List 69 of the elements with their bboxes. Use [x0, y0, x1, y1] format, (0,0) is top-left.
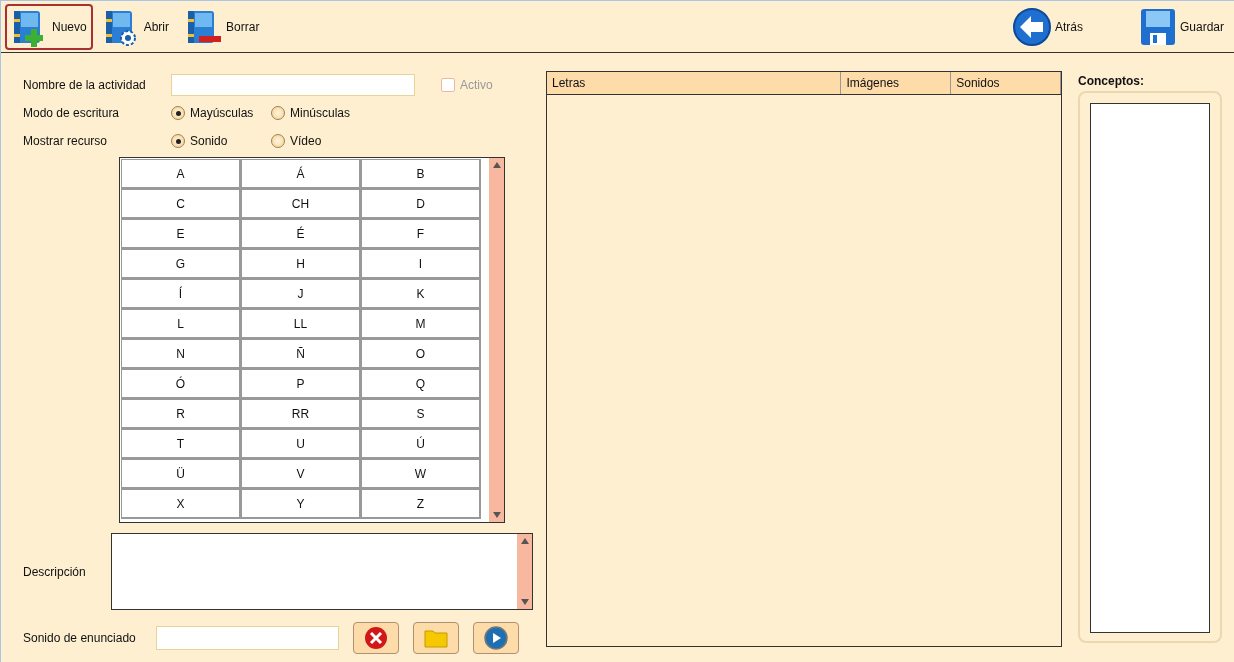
scroll-up-icon[interactable] [520, 538, 529, 544]
letter-key[interactable]: H [241, 249, 361, 279]
field-label: Descripción [23, 564, 87, 579]
letter-key[interactable]: J [241, 279, 361, 309]
toolbar-button[interactable]: Abrir [96, 3, 176, 50]
radio-option[interactable]: Mayúsculas [171, 106, 271, 120]
letter-key[interactable]: G [121, 249, 241, 279]
letter-key[interactable]: T [121, 429, 241, 459]
letter-key[interactable]: Ñ [241, 339, 361, 369]
letter-key[interactable]: É [241, 219, 361, 249]
radio-option[interactable]: Minúsculas [271, 106, 371, 120]
folder-icon [424, 628, 448, 648]
letter-key[interactable]: N [121, 339, 241, 369]
letter-key[interactable]: U [241, 429, 361, 459]
letter-key[interactable]: RR [241, 399, 361, 429]
letter-key[interactable]: B [361, 159, 481, 189]
letter-key[interactable]: Y [241, 489, 361, 519]
letter-key[interactable]: R [121, 399, 241, 429]
activity-name-field[interactable] [171, 74, 415, 96]
letter-key[interactable]: Z [361, 489, 481, 519]
letter-key[interactable]: L [121, 309, 241, 339]
letter-key[interactable]: A [121, 159, 241, 189]
letter-key[interactable]: V [241, 459, 361, 489]
column-header[interactable]: Imágenes [841, 72, 952, 94]
toolbar-button[interactable]: Guardar [1132, 3, 1230, 50]
icon-button[interactable] [473, 622, 519, 654]
letter-key[interactable]: CH [241, 189, 361, 219]
letter-key[interactable]: Á [241, 159, 361, 189]
letter-key[interactable]: X [121, 489, 241, 519]
letter-key[interactable]: Ü [121, 459, 241, 489]
concepts-list[interactable] [1090, 103, 1210, 633]
scroll-down-icon[interactable] [492, 512, 501, 518]
letter-key[interactable]: S [361, 399, 481, 429]
letter-key[interactable]: Ú [361, 429, 481, 459]
toolbar-button[interactable]: Atrás [1005, 3, 1089, 50]
letter-key[interactable]: M [361, 309, 481, 339]
column-header[interactable]: Letras [547, 72, 842, 94]
play-icon [484, 626, 508, 650]
letter-key[interactable]: K [361, 279, 481, 309]
toolbar-button[interactable]: Borrar [179, 3, 266, 50]
close-icon [364, 626, 388, 650]
letter-key[interactable]: D [361, 189, 481, 219]
field-label: Nombre de la actividad [23, 78, 147, 92]
letter-key[interactable]: LL [241, 309, 361, 339]
letter-key[interactable]: P [241, 369, 361, 399]
letter-key[interactable]: Q [361, 369, 481, 399]
description-field[interactable] [111, 533, 533, 610]
field-label: Mostrar recurso [23, 134, 109, 148]
letter-key[interactable]: I [361, 249, 481, 279]
scroll-up-icon[interactable] [492, 162, 501, 168]
radio-option[interactable]: Vídeo [271, 134, 371, 148]
sound-file-field[interactable] [156, 626, 339, 650]
letter-key[interactable]: F [361, 219, 481, 249]
concepts-label: Conceptos: [1078, 73, 1145, 90]
letter-key[interactable]: Í [121, 279, 241, 309]
scroll-down-icon[interactable] [520, 599, 529, 605]
letter-key[interactable]: Ó [121, 369, 241, 399]
letter-key[interactable]: O [361, 339, 481, 369]
letter-key[interactable]: E [121, 219, 241, 249]
letter-key[interactable]: C [121, 189, 241, 219]
letter-key[interactable]: W [361, 459, 481, 489]
radio-option[interactable]: Sonido [171, 134, 271, 148]
scrollbar[interactable] [489, 158, 504, 522]
column-header[interactable]: Sonidos [951, 72, 1061, 94]
field-label: Sonido de enunciado [23, 631, 137, 645]
scrollbar[interactable] [517, 534, 532, 609]
toolbar-button[interactable]: Nuevo [5, 3, 93, 50]
icon-button[interactable] [353, 622, 399, 654]
field-label: Modo de escritura [23, 106, 121, 120]
